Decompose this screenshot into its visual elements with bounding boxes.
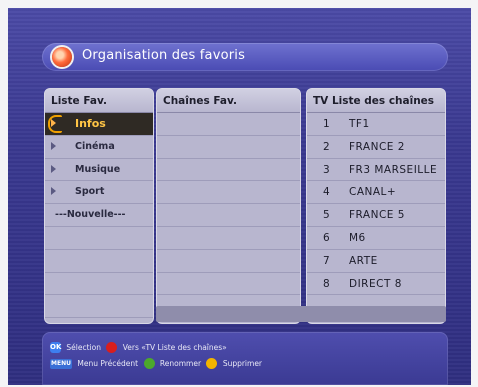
channel-row[interactable]: 2 FRANCE 2 bbox=[307, 136, 445, 159]
fav-list-item-sport[interactable]: Sport bbox=[45, 181, 153, 205]
channel-number: 2 bbox=[323, 140, 330, 153]
channel-number: 7 bbox=[323, 254, 330, 267]
channel-name: CANAL+ bbox=[349, 186, 397, 199]
fav-list-item-new[interactable]: ---Nouvelle--- bbox=[45, 204, 153, 227]
tv-channel-list: 1 TF1 2 FRANCE 2 3 FR3 MARSEILLE 4 CANAL… bbox=[307, 113, 445, 296]
channel-row[interactable]: 3 FR3 MARSEILLE bbox=[307, 159, 445, 182]
channel-row[interactable]: 1 TF1 bbox=[307, 113, 445, 136]
channel-name: TF1 bbox=[349, 118, 370, 130]
chevron-right-icon bbox=[51, 187, 56, 196]
fav-channel-slot[interactable] bbox=[157, 159, 300, 182]
scrollbar[interactable] bbox=[156, 306, 446, 322]
chevron-right-icon bbox=[51, 164, 56, 173]
fav-list-item-label: Infos bbox=[75, 117, 106, 130]
help-yellow-label: Supprimer bbox=[222, 359, 263, 368]
fav-list-empty-row bbox=[45, 295, 153, 319]
channel-row[interactable]: 6 M6 bbox=[307, 227, 445, 250]
channel-row[interactable]: 7 ARTE bbox=[307, 250, 445, 273]
fav-channel-slot[interactable] bbox=[157, 204, 300, 227]
fav-list-item-label: Musique bbox=[75, 163, 121, 175]
title-bar: Organisation des favoris bbox=[42, 43, 448, 71]
fav-list-item-label: Cinéma bbox=[75, 140, 115, 152]
ok-key-icon: OK bbox=[50, 342, 62, 353]
help-line-2: MENU Menu Précédent Renommer Supprimer bbox=[50, 358, 265, 369]
fav-channel-slot[interactable] bbox=[157, 250, 300, 273]
yellow-button-icon bbox=[206, 358, 218, 369]
fav-channel-slot[interactable] bbox=[157, 181, 300, 205]
fav-list-empty-row bbox=[45, 250, 153, 273]
page-title: Organisation des favoris bbox=[82, 48, 246, 63]
channel-number: 4 bbox=[323, 186, 330, 199]
fav-list-empty-row bbox=[45, 273, 153, 296]
menu-key-icon: MENU bbox=[50, 358, 72, 369]
help-line-1: OK Sélection Vers «TV Liste des chaînes» bbox=[50, 342, 230, 353]
fav-channel-slot[interactable] bbox=[157, 273, 300, 296]
fav-list-empty-row bbox=[45, 227, 153, 250]
fav-channel-slot[interactable] bbox=[157, 227, 300, 250]
fav-channel-slot[interactable] bbox=[157, 113, 300, 136]
help-menu-label: Menu Précédent bbox=[77, 359, 139, 368]
help-bar: OK Sélection Vers «TV Liste des chaînes»… bbox=[42, 332, 448, 385]
fav-list-item-infos[interactable]: Infos bbox=[45, 113, 153, 136]
channel-number: 3 bbox=[323, 163, 330, 176]
fav-list-item-label: Sport bbox=[75, 186, 105, 198]
channel-name: DIRECT 8 bbox=[349, 277, 402, 290]
channel-row[interactable]: 4 CANAL+ bbox=[307, 181, 445, 205]
channel-name: ARTE bbox=[349, 254, 378, 267]
fav-list-item-cinema[interactable]: Cinéma bbox=[45, 136, 153, 159]
channel-row[interactable]: 8 DIRECT 8 bbox=[307, 273, 445, 296]
help-green-label: Renommer bbox=[159, 359, 202, 368]
channel-number: 8 bbox=[323, 277, 330, 290]
fav-list: Infos Cinéma Musique Sport ---Nouvelle--… bbox=[45, 113, 153, 319]
fav-channels-list bbox=[157, 113, 300, 296]
red-button-icon bbox=[106, 342, 118, 353]
panels: Liste Fav. Infos Cinéma Musique Sport --… bbox=[44, 88, 446, 324]
channel-name: M6 bbox=[349, 231, 366, 244]
green-button-icon bbox=[143, 358, 155, 369]
channel-number: 1 bbox=[323, 118, 330, 130]
fav-list-panel: Liste Fav. Infos Cinéma Musique Sport --… bbox=[44, 88, 154, 324]
channel-row[interactable]: 5 FRANCE 5 bbox=[307, 204, 445, 227]
fav-channels-panel: Chaînes Fav. bbox=[156, 88, 301, 324]
help-select-label: Sélection bbox=[66, 343, 101, 352]
chevron-right-icon bbox=[51, 141, 56, 150]
channel-number: 5 bbox=[323, 209, 330, 222]
fav-channels-header: Chaînes Fav. bbox=[157, 89, 300, 113]
favorites-icon bbox=[52, 47, 72, 67]
channel-number: 6 bbox=[323, 231, 330, 244]
fav-list-item-label: ---Nouvelle--- bbox=[55, 209, 126, 221]
help-red-label: Vers «TV Liste des chaînes» bbox=[122, 343, 227, 352]
fav-channel-slot[interactable] bbox=[157, 136, 300, 159]
tv-screen: Organisation des favoris Liste Fav. Info… bbox=[8, 8, 471, 385]
fav-list-header: Liste Fav. bbox=[45, 89, 153, 113]
fav-list-item-musique[interactable]: Musique bbox=[45, 159, 153, 182]
channel-name: FRANCE 2 bbox=[349, 140, 405, 153]
tv-channel-list-panel: TV Liste des chaînes 1 TF1 2 FRANCE 2 3 … bbox=[306, 88, 446, 324]
channel-name: FR3 MARSEILLE bbox=[349, 163, 438, 176]
channel-name: FRANCE 5 bbox=[349, 209, 405, 222]
chevron-right-icon bbox=[51, 119, 56, 127]
tv-channel-list-header: TV Liste des chaînes bbox=[307, 89, 445, 113]
